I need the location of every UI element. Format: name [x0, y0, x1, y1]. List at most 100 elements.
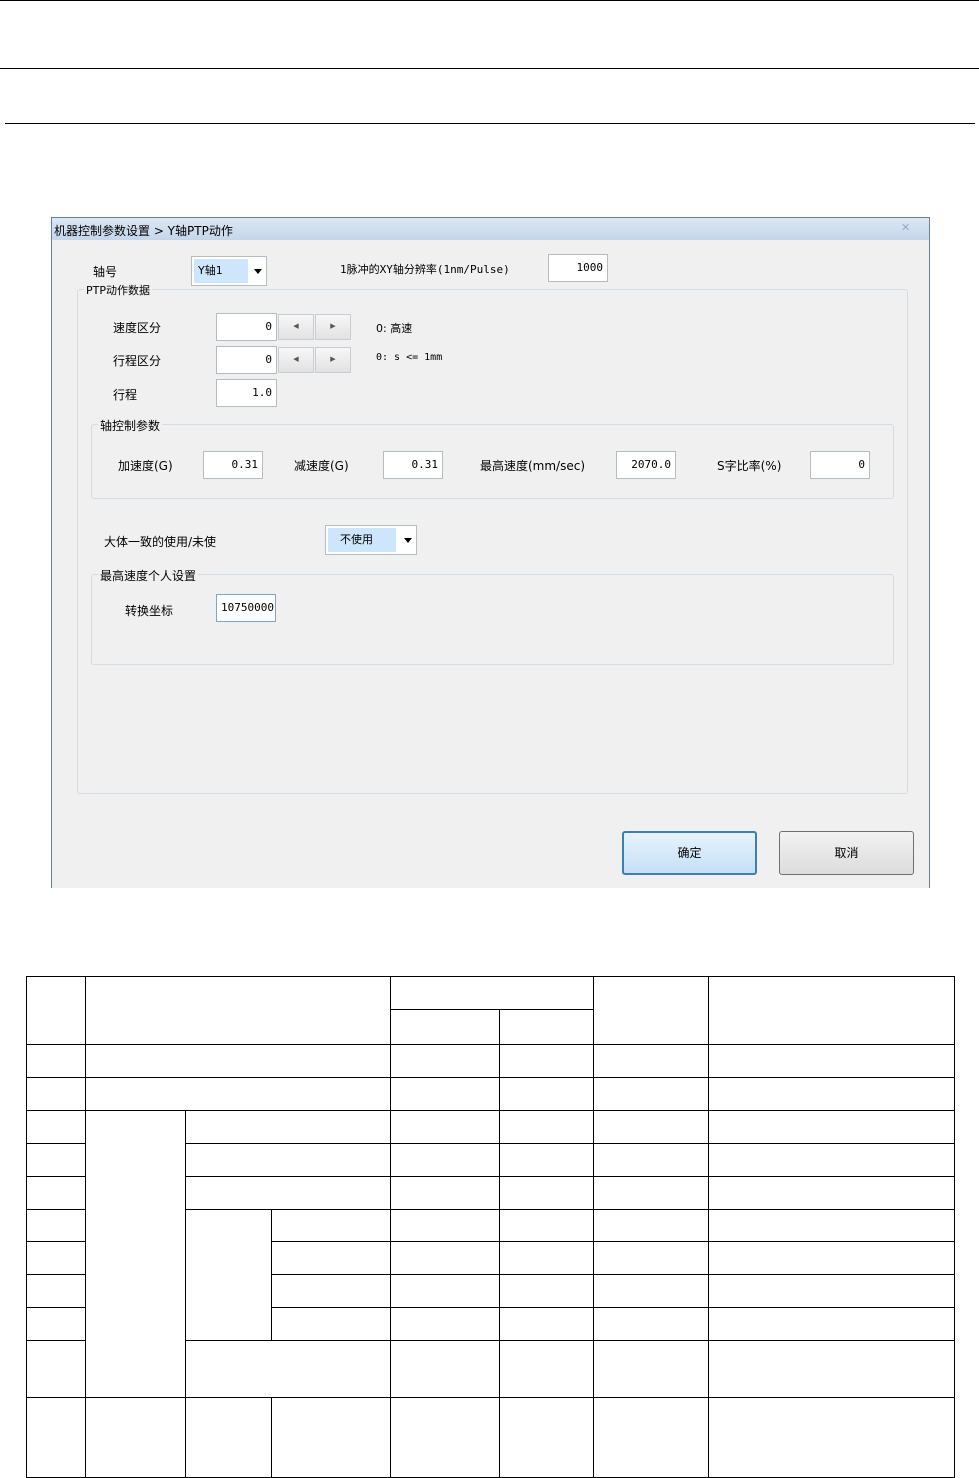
- decel-input[interactable]: 0.31: [383, 451, 443, 479]
- table-cell: [499, 1110, 595, 1144]
- coord-input[interactable]: 10750000: [216, 594, 276, 622]
- axis-select[interactable]: Y轴1: [191, 256, 267, 286]
- table-cell: [390, 1274, 501, 1308]
- ok-button[interactable]: 确定: [622, 831, 757, 875]
- header-rule-top: [0, 0, 979, 1]
- table-cell: [390, 1009, 501, 1045]
- table-cell: [593, 1209, 710, 1242]
- maxspeed-input[interactable]: 2070.0: [616, 451, 676, 479]
- sratio-input[interactable]: 0: [810, 451, 870, 479]
- table-cell: [390, 1241, 501, 1275]
- table-cell: [390, 1209, 501, 1242]
- table-cell: [499, 1241, 595, 1275]
- table-cell: [708, 1209, 956, 1242]
- table-cell: [26, 1274, 86, 1308]
- table-cell: [708, 1143, 956, 1177]
- stroke-div-note: 0: s <= 1mm: [376, 352, 443, 363]
- table-row: [26, 1044, 956, 1078]
- table-cell: [593, 1241, 710, 1275]
- table-cell: [708, 976, 956, 1045]
- table-cell: [26, 1397, 86, 1478]
- table-cell: [499, 1274, 595, 1308]
- table-row: [26, 1077, 956, 1111]
- table-cell: [270, 1307, 392, 1341]
- table-cell: [499, 1209, 595, 1242]
- table-cell: [499, 1077, 595, 1111]
- close-icon[interactable]: ✕: [901, 221, 913, 234]
- table-cell: [593, 1077, 710, 1111]
- table-row: [26, 1110, 956, 1398]
- dialog-title: 机器控制参数设置 > Y轴PTP动作: [54, 224, 233, 238]
- stroke-input[interactable]: 1.0: [216, 379, 277, 407]
- table-cell: [184, 1176, 392, 1210]
- resolution-label: 1脉冲的XY轴分辨率(1nm/Pulse): [340, 263, 510, 276]
- axis-select-value: Y轴1: [194, 259, 248, 283]
- table-cell: [390, 1110, 501, 1144]
- table-cell: [593, 1176, 710, 1210]
- table-cell: [593, 1110, 710, 1144]
- speed-div-next-button[interactable]: ▶: [315, 314, 351, 340]
- header-rule-middle: [0, 68, 979, 69]
- table-cell: [499, 1307, 595, 1341]
- table-cell: [26, 1044, 86, 1078]
- table-cell: [184, 1143, 392, 1177]
- table-cell: [593, 1307, 710, 1341]
- usage-select-value: 不使用: [328, 528, 396, 552]
- stroke-div-input[interactable]: 0: [216, 346, 277, 374]
- table-cell: [708, 1397, 956, 1478]
- table-cell: [390, 1143, 501, 1177]
- table-cell: [708, 1274, 956, 1308]
- table-cell: [270, 1397, 392, 1478]
- chevron-down-icon: [404, 538, 412, 543]
- table-cell: [499, 1176, 595, 1210]
- resolution-input[interactable]: 1000: [548, 254, 608, 282]
- table-cell: [26, 976, 86, 1045]
- table-cell: [84, 1077, 392, 1111]
- sratio-label: S字比率(%): [717, 459, 782, 473]
- table-cell: [708, 1044, 956, 1078]
- speed-div-input[interactable]: 0: [216, 313, 277, 341]
- table-cell: [708, 1110, 956, 1144]
- table-cell: [593, 1340, 710, 1398]
- ptp-settings-dialog: 机器控制参数设置 > Y轴PTP动作 ✕ 轴号 Y轴1 1脉冲的XY轴分辨率(1…: [51, 217, 930, 888]
- speed-div-note: 0: 高速: [376, 322, 413, 335]
- table-cell: [26, 1209, 86, 1242]
- maxspeed-label: 最高速度(mm/sec): [480, 459, 586, 473]
- table-cell: [26, 1077, 86, 1111]
- chevron-down-icon: [254, 269, 262, 274]
- table-cell: [499, 1340, 595, 1398]
- speed-div-label: 速度区分: [113, 321, 162, 335]
- table-cell: [593, 1397, 710, 1478]
- table-cell: [593, 1143, 710, 1177]
- dialog-titlebar: 机器控制参数设置 > Y轴PTP动作 ✕: [52, 218, 929, 241]
- table-cell: [390, 976, 595, 1010]
- table-cell: [390, 1340, 501, 1398]
- table-cell: [593, 1274, 710, 1308]
- stroke-div-next-button[interactable]: ▶: [315, 347, 351, 373]
- stroke-div-label: 行程区分: [113, 354, 162, 368]
- table-cell: [390, 1307, 501, 1341]
- table-cell: [499, 1143, 595, 1177]
- table-cell: [593, 1044, 710, 1078]
- table-cell: [26, 1241, 86, 1275]
- decel-label: 减速度(G): [294, 459, 349, 473]
- stroke-label: 行程: [113, 388, 138, 402]
- table-cell: [26, 1110, 86, 1144]
- table-cell: [390, 1397, 501, 1478]
- table-cell: [708, 1307, 956, 1341]
- table-cell: [270, 1209, 392, 1242]
- accel-input[interactable]: 0.31: [203, 451, 263, 479]
- usage-label: 大体一致的使用/未使: [104, 535, 217, 549]
- axis-control-group-title: 轴控制参数: [98, 417, 163, 434]
- parameter-table: [26, 976, 956, 1478]
- speed-div-prev-button[interactable]: ◀: [278, 314, 314, 340]
- table-cell: [85, 1397, 186, 1478]
- stroke-div-prev-button[interactable]: ◀: [278, 347, 314, 373]
- axis-label: 轴号: [93, 265, 118, 279]
- table-cell: [85, 1110, 186, 1398]
- cancel-button[interactable]: 取消: [779, 831, 914, 875]
- table-cell: [390, 1077, 501, 1111]
- usage-select[interactable]: 不使用: [325, 525, 417, 555]
- table-cell: [185, 1397, 272, 1478]
- table-cell: [390, 1044, 501, 1078]
